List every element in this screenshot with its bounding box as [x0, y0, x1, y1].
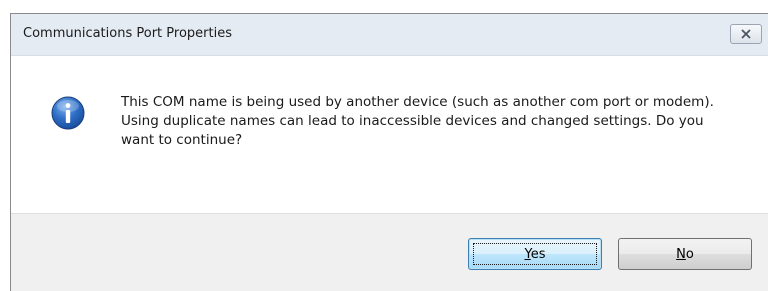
no-mnemonic: N — [676, 246, 686, 262]
message-area: This COM name is being used by another d… — [11, 56, 768, 213]
yes-rest: es — [530, 246, 546, 262]
window-title: Communications Port Properties — [23, 26, 232, 41]
close-icon — [741, 29, 751, 39]
title-bar[interactable]: Communications Port Properties — [11, 14, 768, 56]
dialog-window: Communications Port Properties This COM … — [10, 13, 768, 291]
button-bar: Yes No — [11, 213, 768, 291]
message-text: This COM name is being used by another d… — [121, 94, 714, 148]
yes-button[interactable]: Yes — [468, 238, 602, 270]
information-icon — [51, 96, 85, 130]
yes-button-label: Yes — [525, 247, 546, 262]
no-button[interactable]: No — [618, 238, 752, 270]
no-rest: o — [685, 246, 694, 262]
close-button[interactable] — [730, 24, 762, 44]
no-button-label: No — [676, 247, 694, 262]
